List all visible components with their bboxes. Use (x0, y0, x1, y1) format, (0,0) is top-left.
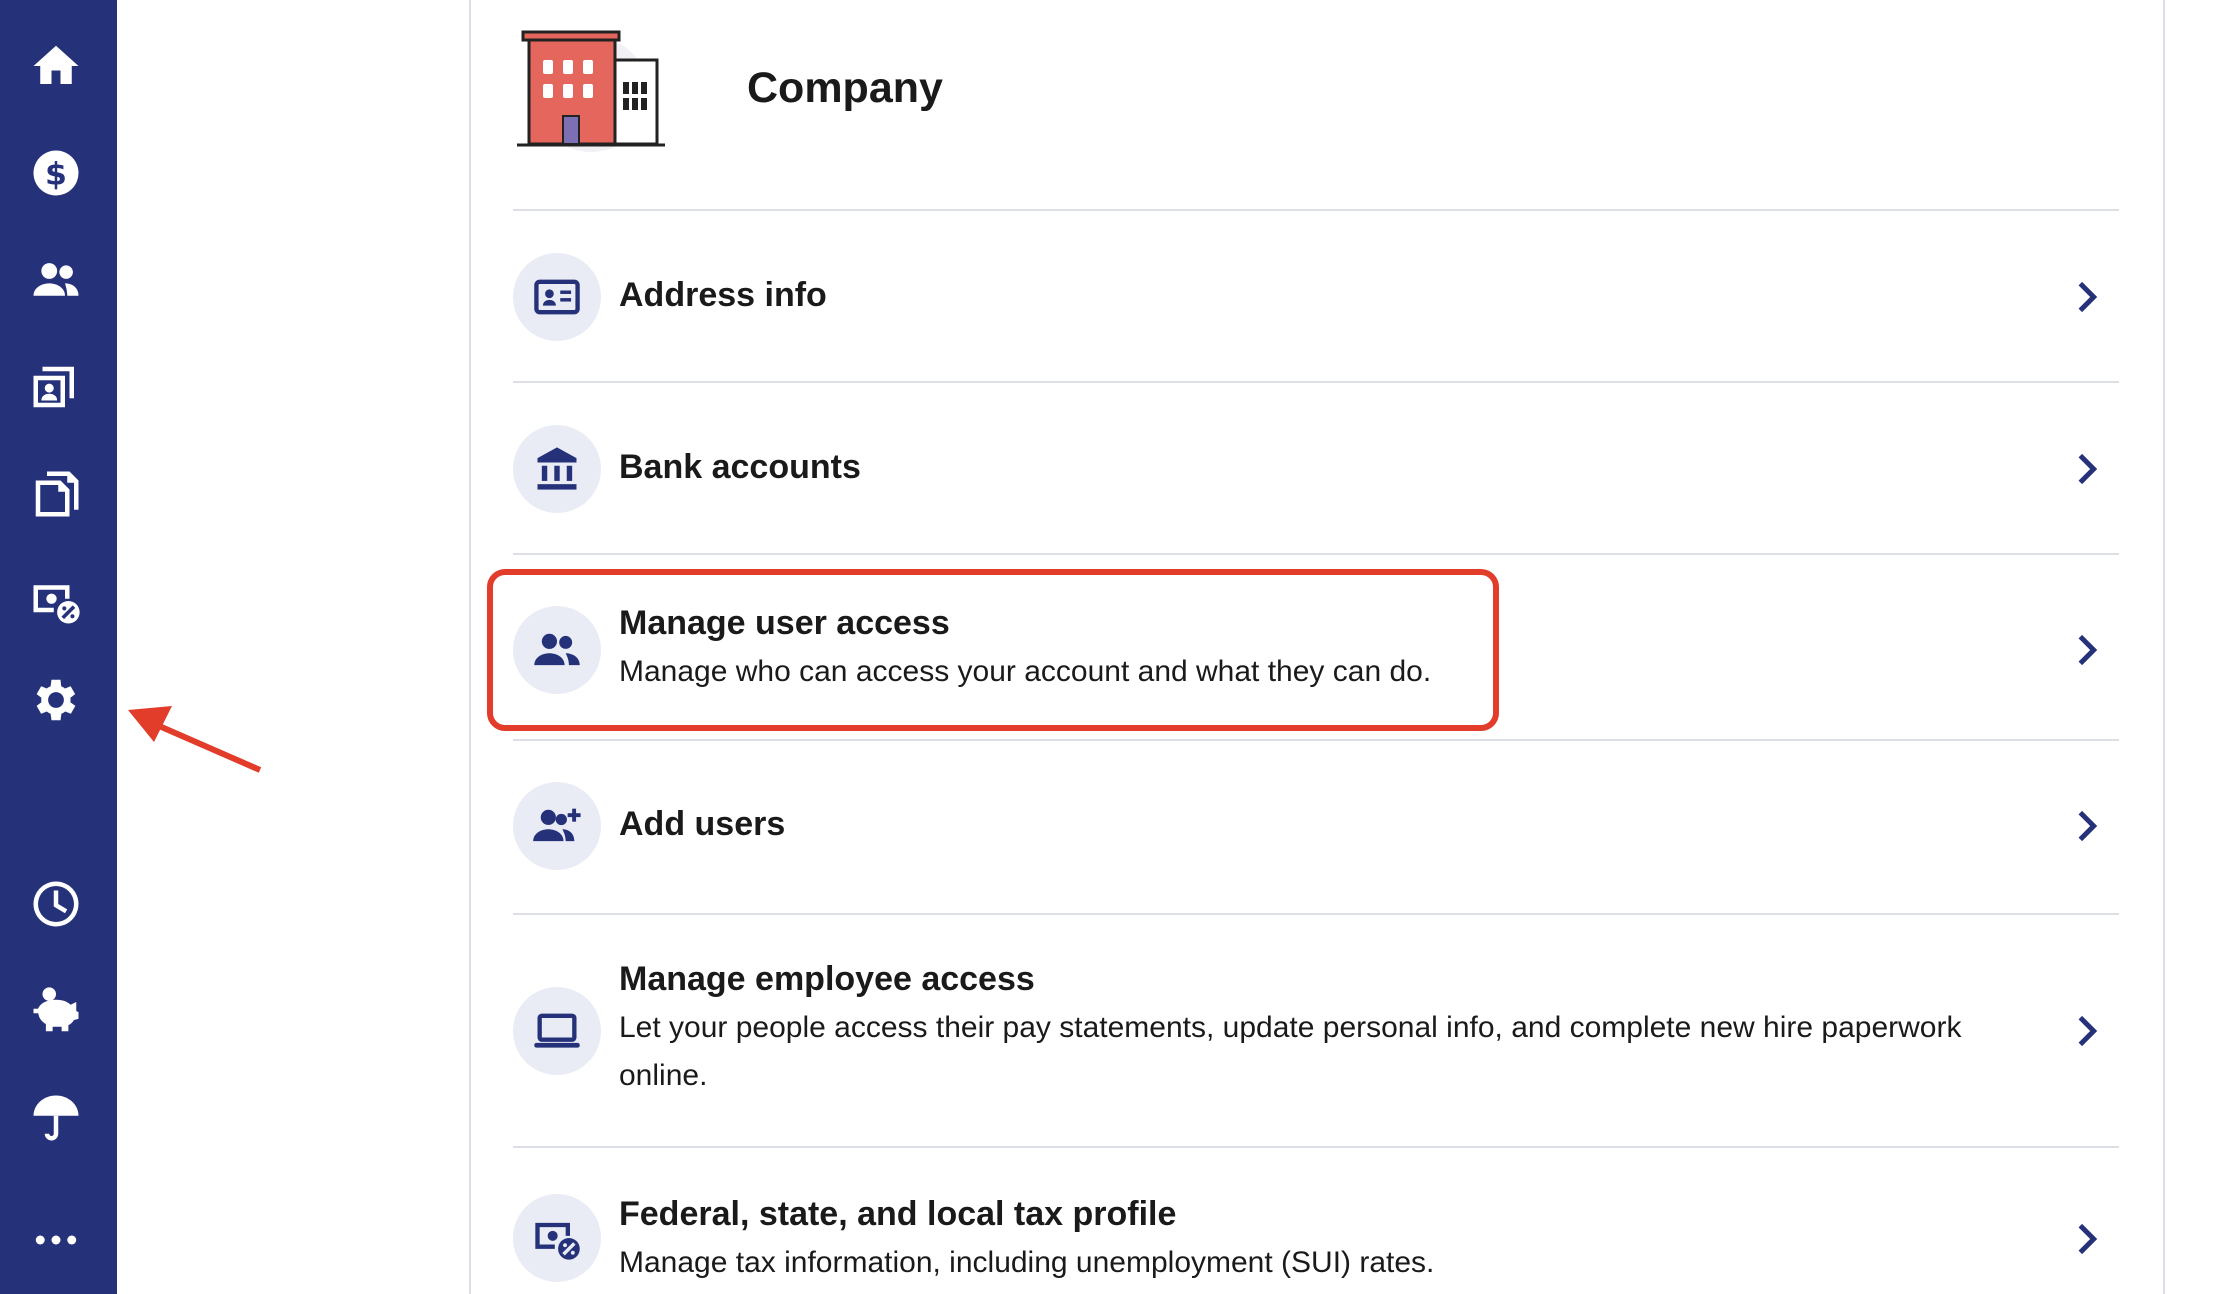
bank-accounts-row[interactable]: Bank accounts (513, 384, 2119, 554)
row-description: Manage tax information, including unempl… (619, 1246, 1435, 1279)
blank-area (117, 0, 469, 1294)
divider (513, 209, 2119, 211)
home-icon[interactable] (20, 30, 92, 102)
chevron-right-icon (2067, 449, 2107, 489)
divider (513, 553, 2119, 555)
documents-icon[interactable] (20, 458, 92, 530)
manage-user-access-row[interactable]: Manage user access Manage who can access… (513, 556, 2119, 736)
address-card-icon (513, 253, 601, 341)
people-icon[interactable] (20, 244, 92, 316)
page-title: Company (747, 64, 943, 112)
address-info-row[interactable]: Address info (513, 212, 2119, 382)
divider (513, 913, 2119, 915)
divider (513, 381, 2119, 383)
add-user-icon (513, 782, 601, 870)
laptop-icon (513, 987, 601, 1075)
umbrella-icon[interactable] (20, 1082, 92, 1154)
company-building-icon (517, 30, 665, 152)
row-title: Add users (619, 805, 786, 843)
row-title: Manage user access (619, 604, 950, 642)
piggy-bank-icon[interactable] (20, 975, 92, 1047)
more-icon[interactable] (20, 1204, 92, 1276)
row-description: Manage who can access your account and w… (619, 655, 1432, 688)
add-users-row[interactable]: Add users (513, 742, 2119, 912)
main-content: Company Address info Bank accounts Manag… (469, 0, 2165, 1294)
chevron-right-icon (2067, 1011, 2107, 1051)
tax-icon[interactable] (20, 565, 92, 637)
row-title: Federal, state, and local tax profile (619, 1195, 1177, 1233)
sidebar: $ (0, 0, 117, 1294)
row-description: Let your people access their pay stateme… (619, 1011, 1962, 1092)
dollar-icon[interactable]: $ (20, 137, 92, 209)
gear-icon[interactable] (20, 664, 92, 736)
bank-icon (513, 425, 601, 513)
divider (513, 1146, 2119, 1148)
row-title: Manage employee access (619, 960, 1035, 998)
svg-text:$: $ (45, 156, 67, 192)
manage-employee-access-row[interactable]: Manage employee access Let your people a… (513, 916, 2119, 1146)
tax-profile-row[interactable]: Federal, state, and local tax profile Ma… (513, 1149, 2119, 1294)
clock-icon[interactable] (20, 868, 92, 940)
row-title: Bank accounts (619, 448, 861, 486)
page-header: Company (517, 24, 2117, 164)
chevron-right-icon (2067, 806, 2107, 846)
chevron-right-icon (2067, 630, 2107, 670)
user-group-icon (513, 606, 601, 694)
chevron-right-icon (2067, 1219, 2107, 1259)
divider (513, 739, 2119, 741)
row-title: Address info (619, 276, 827, 314)
chevron-right-icon (2067, 277, 2107, 317)
tax-profile-icon (513, 1194, 601, 1282)
employee-files-icon[interactable] (20, 351, 92, 423)
